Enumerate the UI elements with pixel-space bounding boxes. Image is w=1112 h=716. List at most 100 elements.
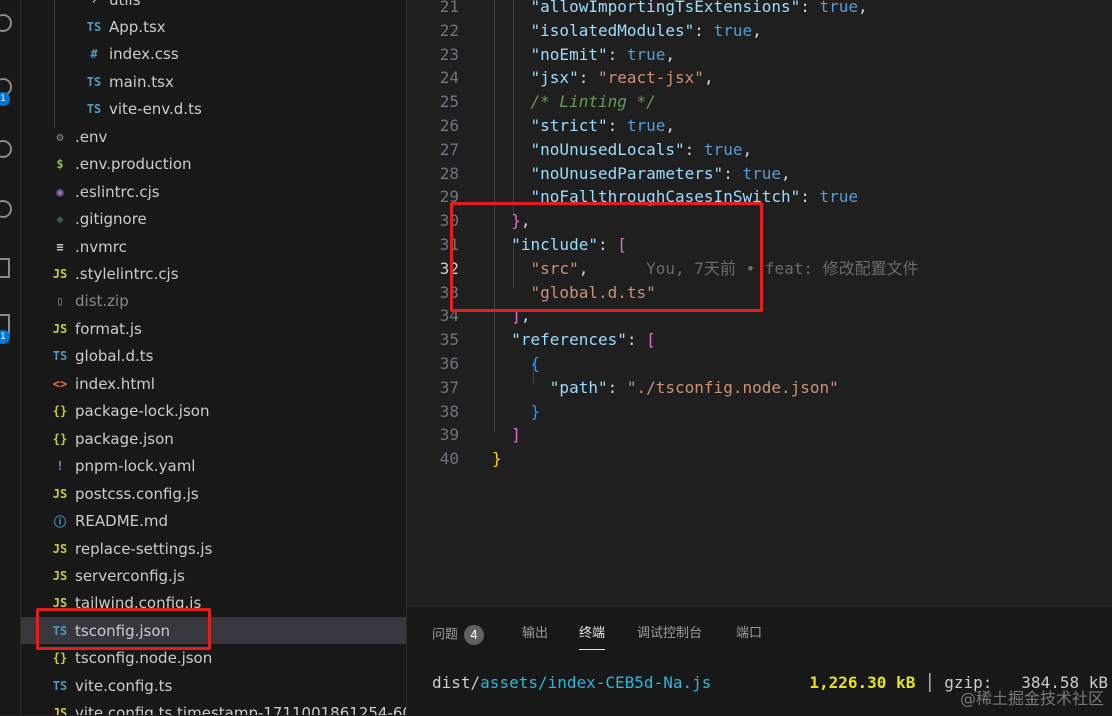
file-name: package.json xyxy=(75,429,174,448)
code-token: true xyxy=(703,139,743,159)
code-token: "react-jsx" xyxy=(597,68,704,88)
code-line: 23 "noEmit": true, xyxy=(407,43,1112,67)
file-name: dist.zip xyxy=(75,292,129,311)
code-token: : xyxy=(723,163,743,183)
tab-ports[interactable]: 端口 xyxy=(736,625,762,649)
file-tree-item[interactable]: TS global.d.ts xyxy=(21,343,406,370)
code-token: : xyxy=(578,68,598,88)
tab-debug-console[interactable]: 调试控制台 xyxy=(637,625,702,649)
file-name: utils xyxy=(109,0,141,9)
code-line: 36 { xyxy=(407,352,1112,376)
file-tree-item[interactable]: ≡ .nvmrc xyxy=(21,233,406,260)
code-token: true xyxy=(713,20,753,40)
code-token: , xyxy=(858,0,868,16)
file-tree-item[interactable]: ! pnpm-lock.yaml xyxy=(21,453,406,480)
chevron-right-icon: › xyxy=(83,0,105,7)
highlight-tsconfig-box xyxy=(36,608,211,650)
line-number: 24 xyxy=(439,68,459,88)
file-tree-item[interactable]: JS .stylelintrc.cjs xyxy=(21,261,406,288)
file-tree-item[interactable]: ⚙ .env xyxy=(21,123,406,150)
code-token: : xyxy=(626,330,647,350)
code-token: true xyxy=(819,0,859,16)
file-tree-item[interactable]: {} package-lock.json xyxy=(21,398,406,425)
javascript-icon: JS xyxy=(52,486,68,501)
file-tree-item[interactable]: ◉ .eslintrc.cjs xyxy=(21,178,406,205)
file-name: .env xyxy=(75,127,108,146)
file-tree-item[interactable]: # index.css xyxy=(21,41,406,68)
html-icon: <> xyxy=(52,376,68,391)
source-control-badge: 1 xyxy=(0,92,10,106)
file-tree-item[interactable]: JS serverconfig.js xyxy=(21,562,406,589)
tab-label: 终端 xyxy=(579,626,606,641)
code-token: : xyxy=(800,0,820,16)
tab-label: 问题 xyxy=(432,627,459,643)
zip-icon: ▯ xyxy=(56,294,64,309)
file-tree-item[interactable]: TS main.tsx xyxy=(21,68,406,95)
file-name: serverconfig.js xyxy=(75,566,185,585)
file-tree-item[interactable]: JS replace-settings.js xyxy=(21,535,406,562)
file-name: .eslintrc.cjs xyxy=(75,182,160,201)
code-token: } xyxy=(492,449,502,469)
file-tree-item[interactable]: TS vite-env.d.ts xyxy=(21,96,406,123)
file-name: index.css xyxy=(109,45,179,64)
line-number: 27 xyxy=(439,139,459,159)
code-line: 35 "references": [ xyxy=(407,328,1112,352)
file-tree-item[interactable]: ⓘ README.md xyxy=(21,508,406,535)
file-name: App.tsx xyxy=(109,17,166,36)
file-tree-item[interactable]: $ .env.production xyxy=(21,151,406,178)
problems-count-badge: 4 xyxy=(464,625,485,645)
file-tree-item[interactable]: TS App.tsx xyxy=(21,13,406,40)
code-token: : xyxy=(607,377,627,397)
file-name: replace-settings.js xyxy=(75,539,213,558)
file-tree-item[interactable]: › utils xyxy=(21,0,406,13)
javascript-icon: JS xyxy=(52,321,68,336)
search-icon[interactable] xyxy=(0,14,12,32)
code-token: , xyxy=(665,44,676,64)
file-tree-item[interactable]: <> index.html xyxy=(21,370,406,397)
file-tree-item[interactable]: JS postcss.config.js xyxy=(21,480,406,507)
watermark: @稀土掘金技术社区 xyxy=(959,689,1104,708)
file-name: vite-env.d.ts xyxy=(109,100,202,119)
tab-label: 端口 xyxy=(736,626,763,641)
file-tree-item[interactable]: TS vite.config.ts xyxy=(21,672,406,699)
typescript-icon: TS xyxy=(52,678,68,693)
tab-output[interactable]: 输出 xyxy=(522,625,548,649)
file-tree-item[interactable]: JS format.js xyxy=(21,315,406,342)
file-tree-item[interactable]: {} package.json xyxy=(21,425,406,452)
file-name: main.tsx xyxy=(109,72,174,91)
code-token: : xyxy=(607,44,627,64)
code-token: , xyxy=(752,20,762,40)
code-token: : xyxy=(800,187,820,207)
code-token: ] xyxy=(511,425,521,445)
typescript-icon: TS xyxy=(86,102,102,117)
file-tree-item[interactable]: ◆ .gitignore xyxy=(21,206,406,233)
javascript-icon: JS xyxy=(52,541,68,556)
remote-icon[interactable] xyxy=(0,200,12,218)
code-line: 26 "strict": true, xyxy=(407,114,1112,138)
typescript-icon: TS xyxy=(86,74,102,89)
css-icon: # xyxy=(90,47,98,62)
extensions-icon[interactable] xyxy=(0,258,10,278)
tab-label: 调试控制台 xyxy=(637,626,703,641)
code-token: "jsx" xyxy=(530,68,579,88)
file-tree-item[interactable]: ▯ dist.zip xyxy=(21,288,406,315)
file-name: vite.config.ts xyxy=(75,676,173,695)
code-token: /* Linting */ xyxy=(530,92,656,112)
code-token: "./tsconfig.node.json" xyxy=(626,377,839,397)
line-number: 38 xyxy=(439,401,459,421)
file-tree-item[interactable]: JS vite.config.ts.timestamp-1711001861254… xyxy=(21,700,406,715)
code-line: 38 } xyxy=(407,400,1112,424)
tab-problems[interactable]: 问题 4 xyxy=(432,625,485,649)
dollar-icon: $ xyxy=(56,157,64,172)
line-number: 37 xyxy=(439,377,459,397)
tab-label: 输出 xyxy=(522,626,549,641)
tab-terminal[interactable]: 终端 xyxy=(579,625,606,650)
run-debug-icon[interactable] xyxy=(0,140,12,158)
